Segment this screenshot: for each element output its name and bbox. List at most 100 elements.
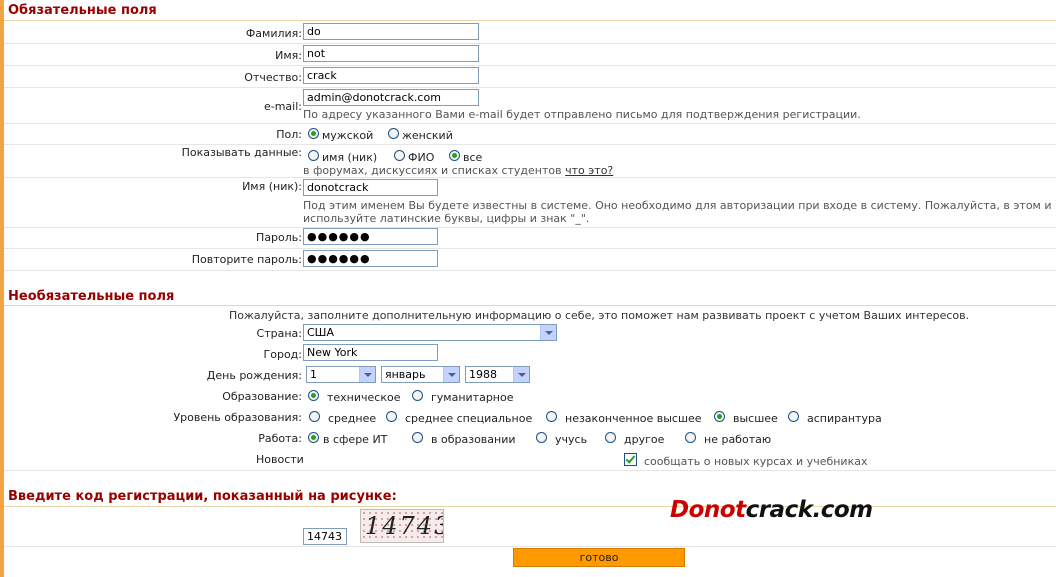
- email-label: e-mail:: [263, 100, 302, 113]
- password-input[interactable]: ●●●●●●: [303, 228, 438, 245]
- gender-female-label: женский: [402, 129, 453, 142]
- birth-year-select[interactable]: 1988: [465, 366, 530, 383]
- country-label: Страна:: [256, 327, 302, 340]
- captcha-code: 14743: [365, 512, 444, 540]
- nick-hint-line2: используйте латинские буквы, цифры и зна…: [303, 212, 590, 225]
- submit-button[interactable]: готово: [513, 548, 685, 567]
- news-checkbox-label: сообщать о новых курсах и учебниках: [644, 455, 868, 468]
- password-label: Пароль:: [256, 231, 302, 244]
- captcha-input[interactable]: [303, 528, 347, 545]
- password-repeat-label: Повторите пароль:: [191, 253, 302, 266]
- level-secondary-radio[interactable]: [309, 411, 320, 422]
- education-level-label: Уровень образования:: [173, 411, 302, 424]
- news-label: Новости: [256, 453, 304, 466]
- show-fio-radio[interactable]: [394, 150, 405, 161]
- country-select[interactable]: США: [303, 324, 557, 341]
- city-input[interactable]: [303, 344, 438, 361]
- row-divider: [4, 270, 1056, 271]
- nick-input[interactable]: [303, 179, 438, 196]
- row-divider: [4, 43, 1056, 44]
- education-technical-label: техническое: [327, 391, 401, 404]
- show-all-label: все: [463, 151, 483, 164]
- level-higher-radio[interactable]: [714, 411, 725, 422]
- work-education-radio[interactable]: [412, 432, 423, 443]
- name-label: Имя:: [275, 49, 302, 62]
- email-input[interactable]: [303, 89, 479, 106]
- optional-section-title: Необязательные поля: [8, 289, 175, 304]
- birthday-label: День рождения:: [206, 369, 302, 382]
- divider: [4, 305, 1056, 306]
- show-nick-label: имя (ник): [322, 151, 378, 164]
- birth-day-value: 1: [310, 368, 317, 381]
- birth-year-value: 1988: [469, 368, 497, 381]
- nick-label: Имя (ник):: [242, 180, 302, 193]
- show-data-hint-text: в форумах, дискуссиях и списках студенто…: [303, 164, 562, 177]
- chevron-down-icon: [443, 367, 459, 382]
- name-input[interactable]: [303, 45, 479, 62]
- captcha-image: 14743: [360, 509, 444, 543]
- surname-input[interactable]: [303, 23, 479, 40]
- level-incomplete-radio[interactable]: [546, 411, 557, 422]
- education-humanitarian-radio[interactable]: [412, 390, 423, 401]
- patronymic-input[interactable]: [303, 67, 479, 84]
- work-education-label: в образовании: [431, 433, 516, 446]
- level-higher-label: высшее: [733, 412, 778, 425]
- work-it-radio[interactable]: [308, 432, 319, 443]
- education-label: Образование:: [222, 390, 302, 403]
- news-checkbox[interactable]: [624, 453, 637, 466]
- birth-month-select[interactable]: январь: [381, 366, 460, 383]
- birth-month-value: январь: [385, 368, 426, 381]
- email-hint: По адресу указанного Вами e-mail будет о…: [303, 108, 861, 121]
- divider: [4, 506, 1056, 507]
- level-postgrad-label: аспирантура: [807, 412, 882, 425]
- show-all-radio[interactable]: [449, 150, 460, 161]
- nick-hint-line1: Под этим именем Вы будете известны в сис…: [303, 199, 1052, 212]
- show-fio-label: ФИО: [408, 151, 435, 164]
- work-other-radio[interactable]: [605, 432, 616, 443]
- chevron-down-icon: [540, 325, 556, 340]
- row-divider: [4, 227, 1056, 228]
- level-special-radio[interactable]: [386, 411, 397, 422]
- education-humanitarian-label: гуманитарное: [431, 391, 514, 404]
- row-divider: [4, 65, 1056, 66]
- show-data-label: Показывать данные:: [181, 146, 302, 159]
- logo-suffix: crack.com: [745, 497, 874, 523]
- level-special-label: среднее специальное: [405, 412, 533, 425]
- donotcrack-logo: Donotcrack.com: [670, 497, 873, 523]
- gender-male-label: мужской: [322, 129, 374, 142]
- work-none-label: не работаю: [704, 433, 772, 446]
- work-study-radio[interactable]: [536, 432, 547, 443]
- surname-label: Фамилия:: [245, 27, 302, 40]
- work-label: Работа:: [258, 432, 302, 445]
- level-postgrad-radio[interactable]: [788, 411, 799, 422]
- level-secondary-label: среднее: [328, 412, 377, 425]
- password-repeat-input[interactable]: ●●●●●●: [303, 250, 438, 267]
- level-incomplete-label: незаконченное высшее: [565, 412, 702, 425]
- row-divider: [4, 248, 1056, 249]
- work-other-label: другое: [624, 433, 665, 446]
- row-divider: [4, 123, 1056, 124]
- optional-intro: Пожалуйста, заполните дополнительную инф…: [229, 309, 970, 322]
- row-divider: [4, 546, 1056, 547]
- logo-prefix: Donot: [670, 497, 746, 523]
- row-divider: [4, 177, 1056, 178]
- work-none-radio[interactable]: [685, 432, 696, 443]
- birth-day-select[interactable]: 1: [306, 366, 376, 383]
- education-technical-radio[interactable]: [308, 390, 319, 401]
- chevron-down-icon: [359, 367, 375, 382]
- row-divider: [4, 87, 1056, 88]
- row-divider: [4, 470, 1056, 471]
- gender-male-radio[interactable]: [308, 128, 319, 139]
- what-is-this-link[interactable]: что это?: [565, 164, 613, 177]
- work-it-label: в сфере ИТ: [323, 433, 388, 446]
- show-nick-radio[interactable]: [308, 150, 319, 161]
- required-section-title: Обязательные поля: [8, 3, 157, 18]
- divider: [4, 20, 1056, 21]
- row-divider: [4, 144, 1056, 145]
- city-label: Город:: [263, 348, 302, 361]
- country-value: США: [307, 326, 334, 339]
- show-data-hint: в форумах, дискуссиях и списках студенто…: [303, 164, 613, 177]
- gender-female-radio[interactable]: [388, 128, 399, 139]
- patronymic-label: Отчество:: [244, 71, 302, 84]
- gender-label: Пол:: [276, 128, 302, 141]
